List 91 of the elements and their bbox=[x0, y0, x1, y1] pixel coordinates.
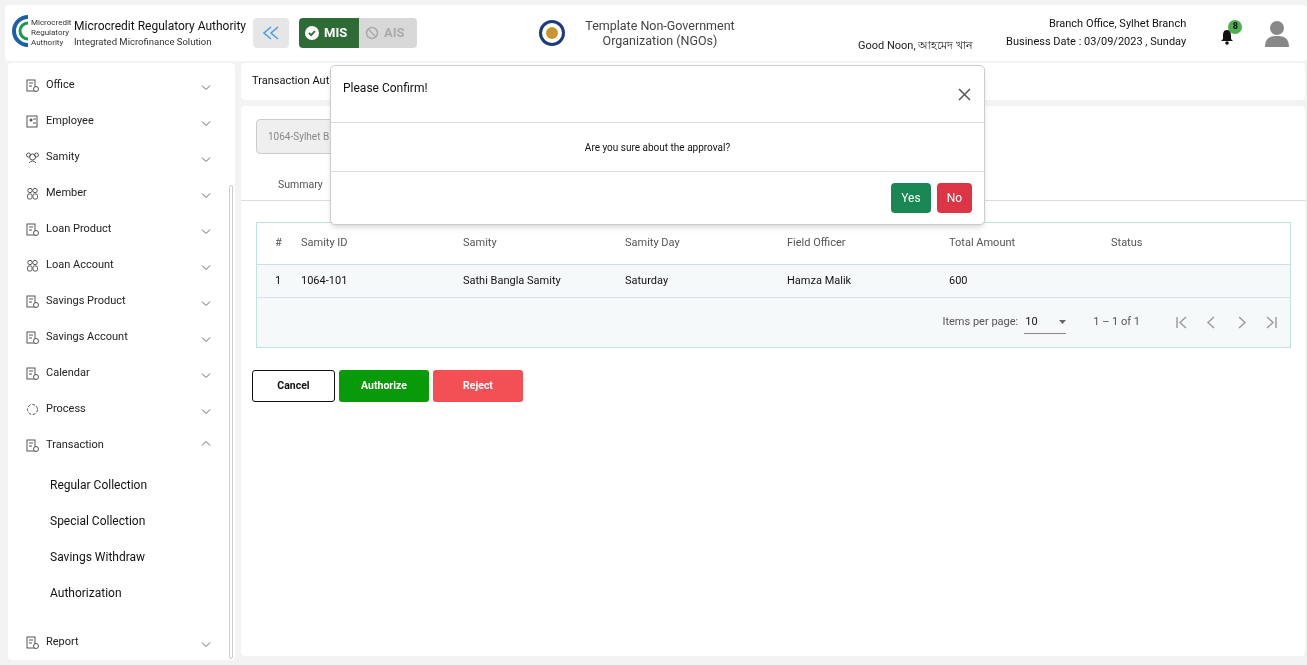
sidebar-item[interactable]: Samity bbox=[8, 139, 235, 175]
document-icon bbox=[26, 635, 39, 649]
document-icon bbox=[26, 78, 39, 92]
dialog-button[interactable]: Yes bbox=[891, 183, 931, 213]
sidebar-item[interactable]: Transaction bbox=[8, 427, 235, 463]
column-header: # bbox=[274, 235, 283, 252]
chevron-down-icon bbox=[201, 301, 211, 307]
sidebar-item[interactable]: Savings Product bbox=[8, 283, 235, 319]
chevron-down-icon bbox=[201, 229, 211, 235]
prohibited-icon bbox=[365, 26, 379, 40]
logo-text: Microcredit bbox=[31, 18, 72, 28]
logo-rings-icon bbox=[11, 14, 31, 48]
notifications-button[interactable]: 8 bbox=[1220, 21, 1241, 45]
column-header: Field Officer bbox=[787, 235, 847, 252]
collapse-button[interactable] bbox=[253, 18, 289, 48]
sidebar-item[interactable]: Report bbox=[8, 624, 235, 660]
organization-name: Template Non-Government Organization (NGOs) bbox=[584, 18, 736, 48]
items-per-page-label: Items per page: bbox=[942, 314, 1019, 331]
dashed-circle-icon bbox=[26, 402, 39, 416]
mode-tab[interactable]: MIS bbox=[299, 18, 359, 48]
document-icon bbox=[26, 294, 39, 308]
sidebar-item[interactable]: Savings Account bbox=[8, 319, 235, 355]
dialog-button[interactable]: No bbox=[937, 183, 972, 213]
chevron-down-icon bbox=[201, 373, 211, 379]
business-date: Business Date : 03/09/2023 , Sunday bbox=[1006, 34, 1187, 50]
close-icon bbox=[958, 87, 971, 101]
dropdown-caret-icon bbox=[1059, 320, 1067, 324]
people-icon bbox=[26, 258, 39, 272]
chevron-down-icon bbox=[201, 121, 211, 127]
submenu-item[interactable]: Regular Collection bbox=[8, 467, 235, 503]
last-page-button[interactable] bbox=[1264, 315, 1278, 330]
document-icon bbox=[26, 366, 39, 380]
chevron-down-icon bbox=[201, 85, 211, 91]
table-cell-text: Hamza Malik bbox=[787, 272, 853, 289]
column-header: Total Amount bbox=[949, 235, 1017, 252]
app-subtitle: Integrated Microfinance Solution bbox=[74, 34, 213, 49]
table-cell-text: 1 bbox=[274, 272, 283, 289]
dialog-title: Please Confirm! bbox=[343, 80, 428, 97]
submenu-item[interactable]: Authorization bbox=[8, 575, 235, 611]
column-header: Samity bbox=[463, 235, 498, 252]
sidebar-item[interactable]: Office bbox=[8, 67, 235, 103]
chevron-down-icon bbox=[201, 193, 211, 199]
document-icon bbox=[26, 222, 39, 236]
column-header: Samity Day bbox=[625, 235, 681, 252]
double-chevron-left-icon bbox=[262, 26, 280, 40]
first-page-icon bbox=[1174, 316, 1188, 329]
sidebar-item[interactable]: Employee bbox=[8, 103, 235, 139]
sidebar-item[interactable]: Loan Account bbox=[8, 247, 235, 283]
chevron-down-icon bbox=[201, 337, 211, 343]
seal-icon bbox=[538, 19, 566, 47]
close-button[interactable] bbox=[958, 87, 972, 101]
table-cell-text: 600 bbox=[949, 272, 969, 289]
logo-text: Regulatory bbox=[31, 28, 71, 38]
greeting-text: Good Noon, আহমেদ খান bbox=[858, 37, 974, 54]
logo-text: Authority bbox=[31, 38, 65, 48]
action-button[interactable]: Cancel bbox=[252, 370, 335, 402]
group-icon bbox=[26, 150, 39, 164]
dialog-message: Are you sure about the approval? bbox=[584, 140, 731, 155]
app-title: Microcredit Regulatory Authority bbox=[74, 17, 248, 34]
tab[interactable]: Summary bbox=[256, 170, 345, 200]
chevron-up-icon bbox=[201, 440, 211, 446]
sidebar-item[interactable]: Loan Product bbox=[8, 211, 235, 247]
page-range: 1 – 1 of 1 bbox=[1093, 314, 1140, 331]
document-icon bbox=[26, 330, 39, 344]
people-icon bbox=[26, 186, 39, 200]
sidebar-item[interactable]: Calendar bbox=[8, 355, 235, 391]
sidebar-item[interactable]: Member bbox=[8, 175, 235, 211]
column-header: Status bbox=[1111, 235, 1144, 252]
table-cell-text: Sathi Bangla Samity bbox=[463, 272, 562, 289]
column-header: Samity ID bbox=[301, 235, 349, 252]
branch-name: Branch Office, Sylhet Branch bbox=[1048, 16, 1187, 32]
last-page-icon bbox=[1264, 316, 1278, 329]
check-circle-icon bbox=[305, 26, 319, 40]
table-cell-text: Saturday bbox=[625, 272, 670, 289]
document-icon bbox=[26, 438, 39, 452]
submenu-item[interactable]: Special Collection bbox=[8, 503, 235, 539]
sidebar-item[interactable]: Process bbox=[8, 391, 235, 427]
chevron-down-icon bbox=[201, 157, 211, 163]
first-page-button[interactable] bbox=[1174, 315, 1188, 330]
chevron-down-icon bbox=[201, 642, 211, 648]
breadcrumb-text: Transaction Aut bbox=[252, 73, 330, 90]
user-avatar-icon bbox=[1264, 19, 1291, 47]
chevron-down-icon bbox=[201, 409, 211, 415]
bell-icon bbox=[1220, 29, 1235, 45]
notification-badge: 8 bbox=[1228, 20, 1243, 34]
chevron-down-icon bbox=[201, 265, 211, 271]
id-card-icon bbox=[26, 114, 39, 128]
page-size-select[interactable]: 10 bbox=[1024, 311, 1067, 334]
submenu-item[interactable]: Savings Withdraw bbox=[8, 539, 235, 575]
action-button[interactable]: Authorize bbox=[339, 370, 429, 402]
table-cell-text: 1064-101 bbox=[301, 272, 349, 289]
